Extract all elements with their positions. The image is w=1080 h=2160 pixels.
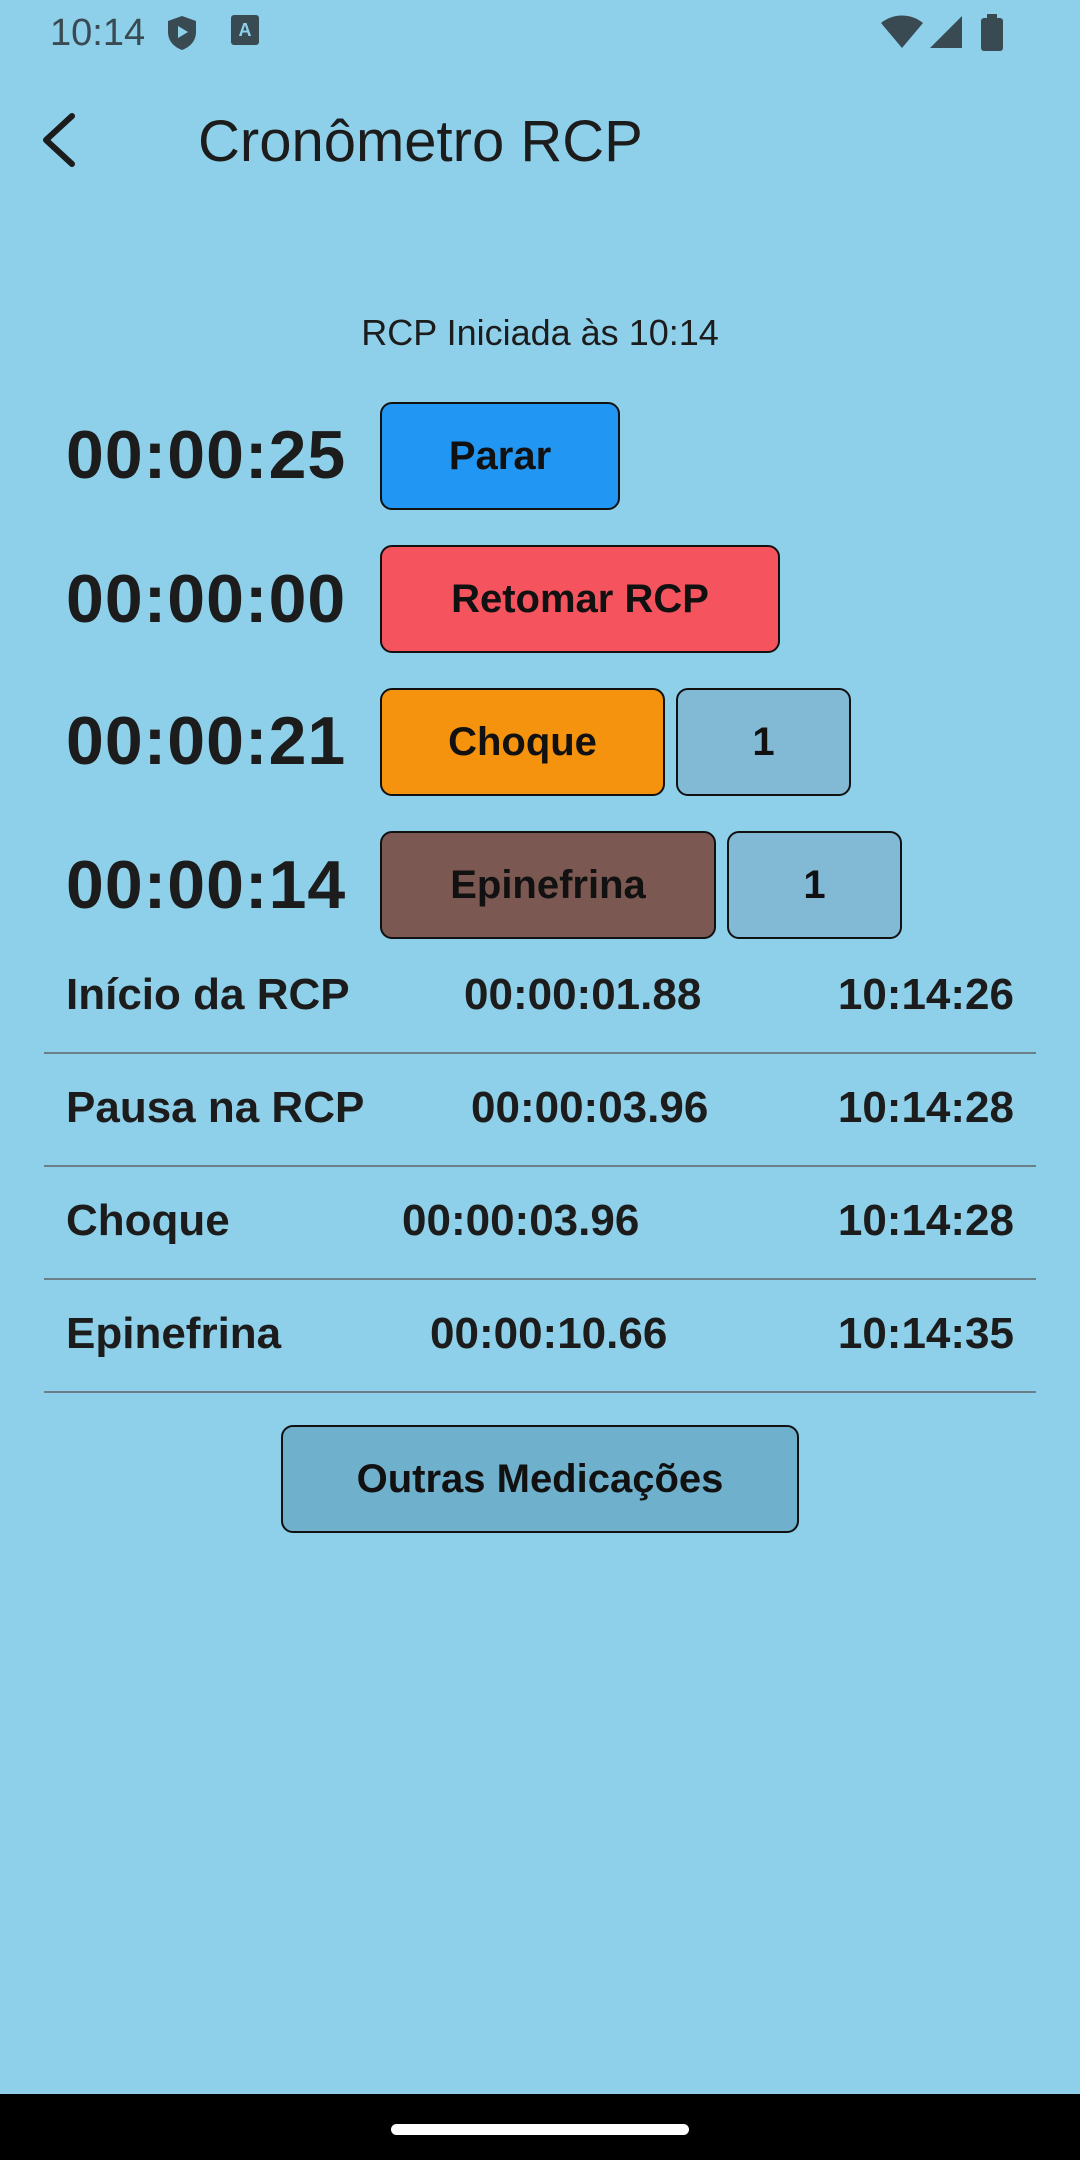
shield-icon bbox=[168, 16, 196, 50]
chevron-left-icon bbox=[43, 113, 75, 167]
epinephrine-count-button[interactable]: 1 bbox=[727, 831, 902, 939]
log-label: Pausa na RCP bbox=[66, 1083, 365, 1132]
log-row: Epinefrina 00:00:10.66 10:14:35 bbox=[44, 1279, 1036, 1393]
start-time-label: RCP Iniciada às 10:14 bbox=[361, 312, 719, 353]
status-time: 10:14 bbox=[50, 12, 146, 54]
log-elapsed: 00:00:03.96 bbox=[471, 1083, 709, 1132]
log-time: 10:14:35 bbox=[837, 1309, 1014, 1358]
shock-timer: 00:00:21 bbox=[66, 703, 347, 779]
log-elapsed: 00:00:10.66 bbox=[430, 1309, 668, 1358]
stop-button[interactable]: Parar bbox=[380, 402, 620, 510]
shock-count-button[interactable]: 1 bbox=[676, 688, 851, 796]
keyboard-a-icon: A bbox=[231, 15, 259, 45]
status-bar: 10:14 A bbox=[0, 0, 1080, 66]
log-label: Choque bbox=[66, 1196, 230, 1245]
log-label: Epinefrina bbox=[66, 1309, 282, 1358]
log-elapsed: 00:00:03.96 bbox=[402, 1196, 640, 1245]
epinephrine-timer: 00:00:14 bbox=[66, 847, 347, 923]
log-row: Início da RCP 00:00:01.88 10:14:26 bbox=[44, 940, 1036, 1054]
battery-icon bbox=[981, 14, 1003, 51]
log-time: 10:14:28 bbox=[837, 1196, 1014, 1245]
log-row: Pausa na RCP 00:00:03.96 10:14:28 bbox=[44, 1053, 1036, 1167]
other-medications-button[interactable]: Outras Medicações bbox=[281, 1425, 799, 1533]
log-time: 10:14:26 bbox=[837, 970, 1014, 1019]
svg-text:A: A bbox=[239, 20, 252, 40]
back-button[interactable] bbox=[30, 108, 94, 172]
page-title: Cronômetro RCP bbox=[198, 109, 643, 174]
cpr-timer: 00:00:25 bbox=[66, 417, 347, 493]
home-indicator[interactable] bbox=[391, 2124, 689, 2135]
pause-timer: 00:00:00 bbox=[66, 561, 347, 637]
epinephrine-button[interactable]: Epinefrina bbox=[380, 831, 716, 939]
wifi-icon bbox=[881, 15, 923, 48]
log-label: Início da RCP bbox=[66, 970, 350, 1019]
resume-cpr-button[interactable]: Retomar RCP bbox=[380, 545, 780, 653]
log-row: Choque 00:00:03.96 10:14:28 bbox=[44, 1166, 1036, 1280]
signal-icon bbox=[930, 16, 962, 48]
log-elapsed: 00:00:01.88 bbox=[464, 970, 702, 1019]
log-time: 10:14:28 bbox=[837, 1083, 1014, 1132]
shock-button[interactable]: Choque bbox=[380, 688, 665, 796]
